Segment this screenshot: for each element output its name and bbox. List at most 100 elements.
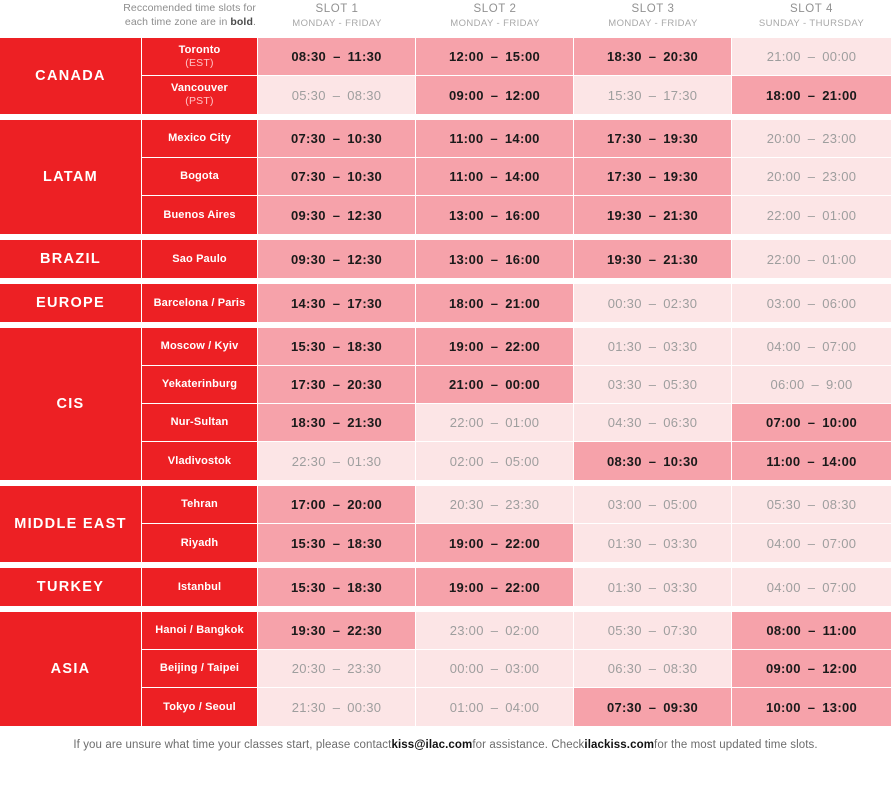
time-slot-cell[interactable]: 19:00–22:00 [416, 328, 574, 365]
time-slot-cell[interactable]: 05:30–08:30 [258, 76, 416, 114]
time-slot-cell[interactable]: 15:30–18:30 [258, 524, 416, 562]
time-slot-cell[interactable]: 19:00–22:00 [416, 568, 574, 606]
time-slot-cell[interactable]: 01:00–04:00 [416, 688, 574, 726]
time-slot-cell[interactable]: 11:00–14:00 [416, 158, 574, 195]
time-slot-cell[interactable]: 07:30–09:30 [574, 688, 732, 726]
time-slot-cell[interactable]: 19:30–22:30 [258, 612, 416, 649]
slot-end-time: 22:30 [347, 623, 383, 638]
time-slot-cell[interactable]: 20:30–23:30 [258, 650, 416, 687]
city-label: Istanbul [141, 568, 258, 606]
time-slot-cell[interactable]: 13:00–16:00 [416, 240, 574, 278]
time-slot-cell[interactable]: 19:30–21:30 [574, 240, 732, 278]
time-slot-cell[interactable]: 03:30–05:30 [574, 366, 732, 403]
time-slot-cell[interactable]: 21:00–00:00 [416, 366, 574, 403]
time-slot-cell[interactable]: 10:00–13:00 [732, 688, 891, 726]
time-slot-cell[interactable]: 04:00–07:00 [732, 568, 891, 606]
time-slot-cell[interactable]: 18:30–21:30 [258, 404, 416, 441]
time-slot-cell[interactable]: 04:30–06:30 [574, 404, 732, 441]
time-slot-cell[interactable]: 11:00–14:00 [732, 442, 891, 480]
time-slot-cell[interactable]: 18:00–21:00 [732, 76, 891, 114]
time-slot-cell[interactable]: 22:00–01:00 [732, 196, 891, 234]
time-slot-cell[interactable]: 11:00–14:00 [416, 120, 574, 157]
time-slot-cell[interactable]: 06:00–9:00 [732, 366, 891, 403]
time-slot-cell[interactable]: 22:30–01:30 [258, 442, 416, 480]
slot-start-time: 14:30 [290, 295, 326, 311]
table-row: Barcelona / Paris 14:30–17:30 18:00–21:00 0… [141, 284, 891, 322]
slot-start-time: 22:00 [766, 207, 801, 223]
time-slot-cell[interactable]: 05:30–07:30 [574, 612, 732, 649]
time-slot-cell[interactable]: 13:00–16:00 [416, 196, 574, 234]
time-slot-cell[interactable]: 09:30–12:30 [258, 240, 416, 278]
header-note-line2-pre: each time zone are in [124, 15, 231, 28]
time-slot-cell[interactable]: 17:30–19:30 [574, 158, 732, 195]
column-header-slot-1: SLOT 1 MONDAY - FRIDAY [258, 0, 416, 30]
slot-start-time: 09:00 [765, 661, 801, 676]
time-slot-cell[interactable]: 01:30–03:30 [574, 328, 732, 365]
table-row: Tokyo / Seoul 21:30–00:30 01:00–04:00 07:30… [141, 688, 891, 726]
time-slot-cell[interactable]: 03:00–06:00 [732, 284, 891, 322]
time-slot-cell[interactable]: 05:30–08:30 [732, 486, 891, 523]
time-slot-cell[interactable]: 17:00–20:00 [258, 486, 416, 523]
time-slot-cell[interactable]: 08:30–11:30 [258, 38, 416, 75]
time-slot-cell[interactable]: 17:30–19:30 [574, 120, 732, 157]
time-slot-cell[interactable]: 15:30–18:30 [258, 328, 416, 365]
slot-range-dash: – [332, 251, 341, 267]
slot-end-time: 11:00 [822, 623, 857, 638]
time-slot-cell[interactable]: 22:00–01:00 [732, 240, 891, 278]
time-slot-cell[interactable]: 21:00–00:00 [732, 38, 891, 75]
time-slot-cell[interactable]: 12:00–15:00 [416, 38, 574, 75]
time-slot-cell[interactable]: 09:00–12:00 [416, 76, 574, 114]
slot-end-time: 10:30 [347, 131, 383, 146]
slot-end-time: 08:30 [347, 87, 382, 103]
slot-end-time: 01:00 [822, 207, 857, 223]
time-slot-cell[interactable]: 00:00–03:00 [416, 650, 574, 687]
time-slot-cell[interactable]: 21:30–00:30 [258, 688, 416, 726]
time-slot-cell[interactable]: 18:30–20:30 [574, 38, 732, 75]
slot-start-time: 11:00 [449, 169, 484, 184]
time-slot-cell[interactable]: 18:00–21:00 [416, 284, 574, 322]
slot-end-time: 18:30 [347, 339, 383, 354]
time-slot-cell[interactable]: 07:00–10:00 [732, 404, 891, 441]
time-slot-cell[interactable]: 08:00–11:00 [732, 612, 891, 649]
time-slot-cell[interactable]: 19:00–22:00 [416, 524, 574, 562]
time-slot-cell[interactable]: 04:00–07:00 [732, 328, 891, 365]
city-name: Riyadh [180, 536, 219, 549]
slot-range-dash: – [490, 453, 499, 469]
time-slot-cell[interactable]: 08:30–10:30 [574, 442, 732, 480]
slot-end-time: 08:30 [822, 497, 857, 512]
time-slot-cell[interactable]: 09:00–12:00 [732, 650, 891, 687]
time-slot-cell[interactable]: 01:30–03:30 [574, 568, 732, 606]
slot-start-time: 05:30 [607, 623, 642, 638]
table-header: Reccomended time slots for each time zon… [0, 0, 891, 38]
slot-range-dash: – [807, 169, 816, 184]
slot-end-time: 21:00 [822, 87, 858, 103]
slot-3-title: SLOT 3 [631, 3, 675, 15]
time-slot-cell[interactable]: 14:30–17:30 [258, 284, 416, 322]
time-slot-cell[interactable]: 19:30–21:30 [574, 196, 732, 234]
time-slot-cell[interactable]: 15:30–18:30 [258, 568, 416, 606]
table-row: Yekaterinburg 17:30–20:30 21:00–00:00 03:30… [141, 366, 891, 404]
time-slot-cell[interactable]: 22:00–01:00 [416, 404, 574, 441]
region-label: CANADA [0, 38, 141, 114]
time-slot-cell[interactable]: 07:30–10:30 [258, 120, 416, 157]
time-slot-cell[interactable]: 15:30–17:30 [574, 76, 732, 114]
slot-start-time: 15:30 [607, 87, 642, 103]
time-slot-cell[interactable]: 01:30–03:30 [574, 524, 732, 562]
time-slot-cell[interactable]: 02:00–05:00 [416, 442, 574, 480]
slot-start-time: 08:30 [291, 49, 327, 64]
time-slot-cell[interactable]: 00:30–02:30 [574, 284, 732, 322]
time-slot-cell[interactable]: 20:30–23:30 [416, 486, 574, 523]
city-name: Tokyo / Seoul [163, 700, 236, 713]
time-slot-cell[interactable]: 07:30–10:30 [258, 158, 416, 195]
time-slot-cell[interactable]: 09:30–12:30 [258, 196, 416, 234]
time-slot-cell[interactable]: 03:00–05:00 [574, 486, 732, 523]
time-slot-cell[interactable]: 04:00–07:00 [732, 524, 891, 562]
time-slot-cell[interactable]: 23:00–02:00 [416, 612, 574, 649]
slot-end-time: 03:30 [663, 339, 698, 354]
time-slot-cell[interactable]: 17:30–20:30 [258, 366, 416, 403]
time-slot-cell[interactable]: 20:00–23:00 [732, 120, 891, 157]
time-slot-cell[interactable]: 06:30–08:30 [574, 650, 732, 687]
region-group: LATAM Mexico City 07:30–10:30 11:00–14:00 17… [0, 120, 891, 234]
time-slot-cell[interactable]: 20:00–23:00 [732, 158, 891, 195]
slot-start-time: 00:00 [449, 661, 484, 676]
